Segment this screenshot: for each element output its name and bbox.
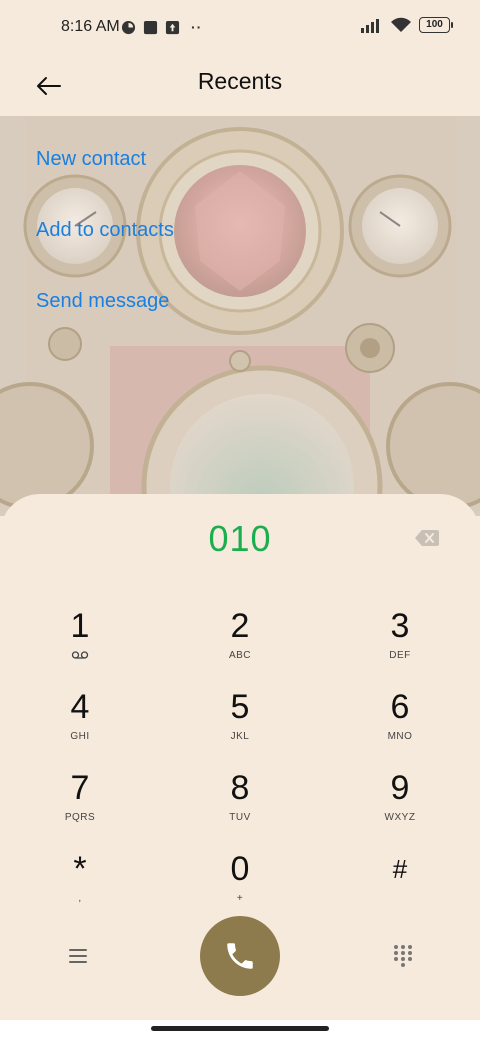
key-digit: 5 [230, 688, 250, 726]
key-letters: , [78, 893, 82, 904]
key-digit: 9 [390, 769, 410, 807]
key-digit: 7 [70, 769, 90, 807]
dialpad-panel: 010 1 2 ABC 3 DEF 4 GHI 5 JKL 6 MNO 7 PQ… [0, 494, 480, 1040]
key-3[interactable]: 3 DEF [340, 606, 460, 682]
upload-icon [165, 20, 180, 34]
backspace-icon [415, 530, 439, 546]
status-bar: 8:16 AM ·· 100 [0, 0, 480, 56]
key-digit: 3 [390, 607, 410, 645]
key-8[interactable]: 8 TUV [180, 768, 300, 844]
menu-icon[interactable] [66, 944, 90, 968]
key-letters: ABC [228, 650, 252, 661]
key-7[interactable]: 7 PQRS [20, 768, 140, 844]
call-button[interactable] [200, 916, 280, 996]
page-title: Recents [197, 68, 283, 94]
wallpaper-image [0, 116, 480, 516]
key-letters: + [236, 893, 244, 904]
navigation-bar [0, 1020, 480, 1040]
backspace-button[interactable] [414, 528, 440, 548]
key-letters: TUV [229, 812, 251, 823]
signal-icon [361, 19, 379, 33]
key-6[interactable]: 6 MNO [340, 687, 460, 763]
notification-icons: ·· [121, 19, 202, 35]
key-letters: JKL [230, 731, 250, 742]
key-digit: 8 [230, 769, 250, 807]
key-letters: MNO [387, 731, 413, 742]
key-digit: # [392, 854, 408, 884]
key-digit: * [73, 850, 87, 888]
phone-icon [227, 943, 253, 969]
battery-icon: 100 [419, 17, 453, 33]
dialed-number: 010 [208, 518, 272, 559]
app-notification-icon [121, 20, 136, 34]
key-star[interactable]: * , [20, 849, 140, 925]
home-indicator[interactable] [151, 1026, 329, 1031]
key-5[interactable]: 5 JKL [180, 687, 300, 763]
key-digit: 0 [230, 850, 250, 888]
key-0[interactable]: 0 + [180, 849, 300, 925]
dialpad-toggle-icon[interactable] [392, 944, 414, 968]
key-1[interactable]: 1 [20, 606, 140, 682]
system-icons: 100 [361, 17, 453, 33]
wifi-icon [391, 17, 411, 32]
key-letters: GHI [70, 731, 90, 742]
key-letters: DEF [389, 650, 411, 661]
key-4[interactable]: 4 GHI [20, 687, 140, 763]
key-letters: PQRS [64, 812, 96, 823]
key-digit: 4 [70, 688, 90, 726]
add-to-contacts-link[interactable]: Add to contacts [36, 219, 174, 242]
square-icon [143, 20, 158, 34]
app-header: Recents [0, 56, 480, 116]
status-time: 8:16 AM [61, 18, 120, 35]
key-9[interactable]: 9 WXYZ [340, 768, 460, 844]
key-digit: 6 [390, 688, 410, 726]
voicemail-icon [71, 651, 89, 659]
key-digit: 2 [230, 607, 250, 645]
key-hash[interactable]: # [340, 849, 460, 925]
key-2[interactable]: 2 ABC [180, 606, 300, 682]
wallpaper-illustration [0, 116, 480, 516]
key-letters: WXYZ [384, 812, 416, 823]
more-notifications: ·· [191, 19, 203, 35]
key-digit: 1 [70, 607, 90, 645]
send-message-link[interactable]: Send message [36, 290, 169, 313]
new-contact-link[interactable]: New contact [36, 148, 146, 171]
